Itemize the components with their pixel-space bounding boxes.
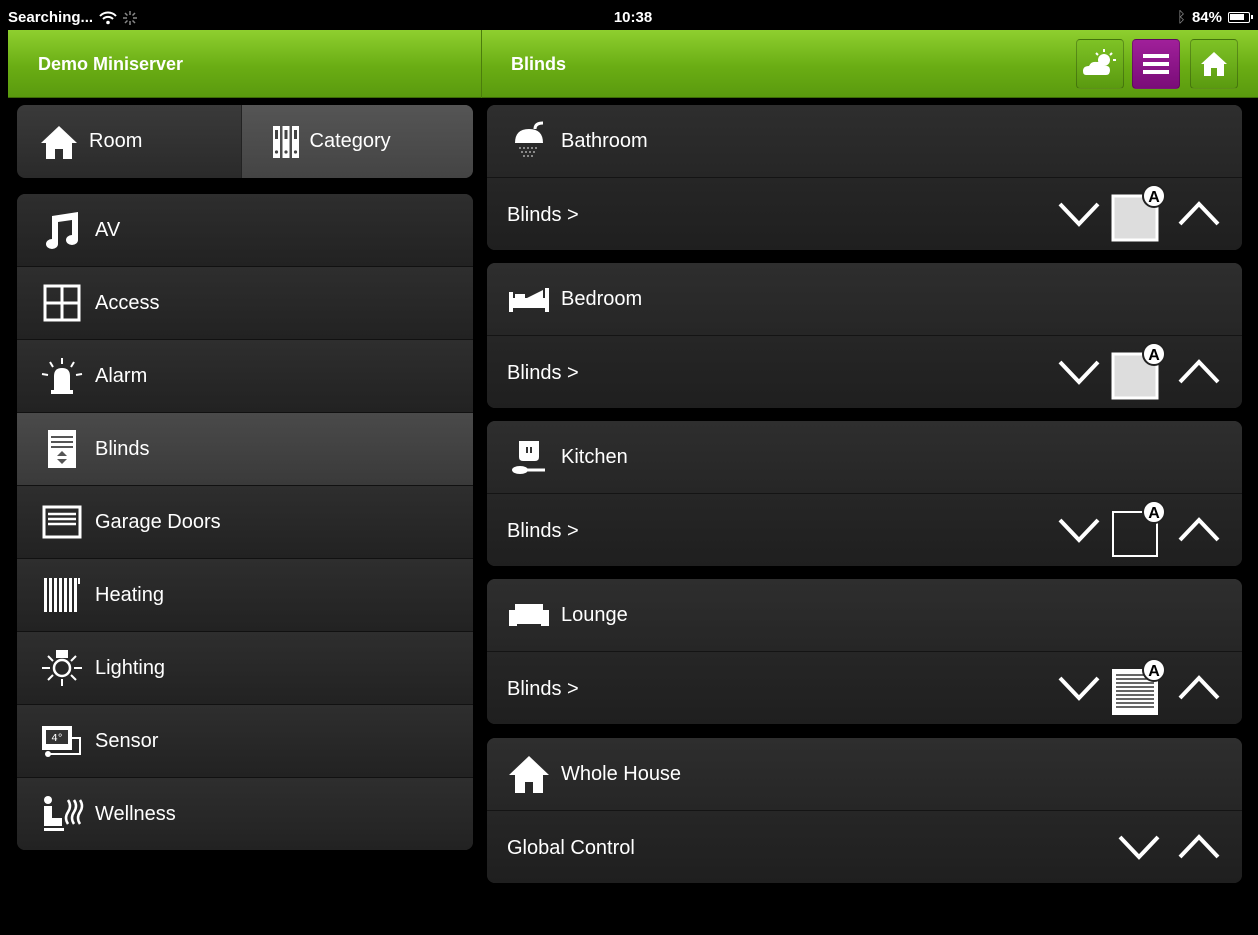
room-header: Lounge: [487, 579, 1242, 652]
lamp-icon: [42, 650, 82, 686]
battery-icon: [1228, 12, 1253, 23]
category-item-blinds[interactable]: Blinds: [17, 413, 473, 486]
weather-icon: [1083, 49, 1116, 75]
house-icon: [509, 756, 549, 793]
category-label: AV: [95, 218, 121, 241]
category-item-heating[interactable]: Heating: [17, 559, 473, 632]
category-label: Wellness: [95, 802, 176, 825]
chevron-down-icon[interactable]: [1054, 350, 1104, 394]
weather-button[interactable]: [1076, 39, 1124, 89]
control-label[interactable]: Blinds >: [507, 362, 579, 385]
global-control-row[interactable]: Global Control: [487, 811, 1242, 883]
room-card-kitchen: Kitchen Blinds > A: [487, 421, 1242, 566]
blind-open-auto-icon[interactable]: A: [1108, 500, 1168, 560]
category-label: Heating: [95, 583, 164, 606]
chevron-up-icon[interactable]: [1174, 666, 1224, 710]
blinds-control-row[interactable]: Blinds > A: [487, 494, 1242, 566]
binders-icon: [272, 125, 299, 158]
category-tab[interactable]: Category: [240, 105, 473, 178]
category-item-alarm[interactable]: Alarm: [17, 340, 473, 413]
room-header: Kitchen: [487, 421, 1242, 494]
header-divider: [481, 30, 482, 98]
menu-button[interactable]: [1132, 39, 1180, 89]
room-header: Whole House: [487, 738, 1242, 811]
room-card-whole-house: Whole House Global Control: [487, 738, 1242, 883]
room-tab[interactable]: Room: [17, 105, 241, 178]
siren-icon: [41, 358, 83, 394]
category-label: Sensor: [95, 729, 159, 752]
chevron-down-icon[interactable]: [1054, 192, 1104, 236]
room-name: Bathroom: [561, 129, 648, 152]
room-name: Bedroom: [561, 287, 643, 310]
view-mode-segment: Room Category: [17, 105, 473, 178]
room-tab-label: Room: [89, 130, 143, 152]
chevron-down-icon[interactable]: [1054, 508, 1104, 552]
blind-closed-auto-icon[interactable]: A: [1108, 184, 1168, 244]
category-label: Garage Doors: [95, 510, 221, 533]
category-label: Alarm: [95, 364, 148, 387]
blind-closed-auto-icon[interactable]: A: [1108, 342, 1168, 402]
category-item-garage-doors[interactable]: Garage Doors: [17, 486, 473, 559]
shower-icon: [515, 121, 544, 157]
blind-slatted-auto-icon[interactable]: A: [1108, 658, 1168, 718]
status-bar: Searching... 10:38 ᛒ 84%: [8, 6, 1258, 30]
music-note-icon: [46, 212, 78, 249]
room-card-lounge: Lounge Blinds > A: [487, 579, 1242, 724]
header-bar: Demo Miniserver Blinds: [8, 30, 1258, 98]
clock: 10:38: [613, 9, 653, 26]
category-item-access[interactable]: Access: [17, 267, 473, 340]
room-card-bedroom: Bedroom Blinds > A: [487, 263, 1242, 408]
page-title: Blinds: [511, 54, 567, 74]
category-label: Lighting: [95, 656, 166, 679]
auto-badge: A: [1148, 663, 1160, 680]
bluetooth-icon: ᛒ: [1176, 9, 1186, 26]
room-name: Whole House: [561, 762, 682, 785]
category-item-lighting[interactable]: Lighting: [17, 632, 473, 705]
blinds-control-row[interactable]: Blinds > A: [487, 652, 1242, 724]
chevron-up-icon[interactable]: [1174, 192, 1224, 236]
chevron-up-icon[interactable]: [1174, 350, 1224, 394]
home-button[interactable]: [1190, 39, 1238, 89]
auto-badge: A: [1148, 505, 1160, 522]
svg-text:4°: 4°: [51, 733, 62, 744]
home-icon: [1201, 52, 1227, 76]
blinds-control-row[interactable]: Blinds > A: [487, 336, 1242, 408]
category-item-sensor[interactable]: 4° Sensor: [17, 705, 473, 778]
chevron-up-icon[interactable]: [1174, 825, 1224, 869]
sofa-icon: [509, 604, 549, 626]
room-card-bathroom: Bathroom Blinds > A: [487, 105, 1242, 250]
category-item-wellness[interactable]: Wellness: [17, 778, 473, 850]
window-icon: [43, 284, 81, 322]
chef-hat-icon: [512, 441, 545, 474]
blinds-control-row[interactable]: Blinds > A: [487, 178, 1242, 250]
chevron-down-icon[interactable]: [1054, 666, 1104, 710]
control-label[interactable]: Blinds >: [507, 520, 579, 543]
bed-icon: [509, 288, 549, 312]
miniserver-title: Demo Miniserver: [38, 54, 184, 74]
wellness-icon: [44, 796, 84, 831]
room-header: Bathroom: [487, 105, 1242, 178]
auto-badge: A: [1148, 347, 1160, 364]
control-label[interactable]: Blinds >: [507, 678, 579, 701]
category-label: Blinds: [95, 437, 150, 460]
battery-percent: 84%: [1191, 9, 1222, 26]
thermometer-display-icon: 4°: [42, 726, 81, 757]
category-item-av[interactable]: AV: [17, 194, 473, 267]
house-icon: [41, 125, 77, 159]
garage-icon: [42, 505, 82, 539]
chevron-up-icon[interactable]: [1174, 508, 1224, 552]
room-name: Lounge: [561, 603, 628, 626]
radiator-icon: [44, 578, 80, 612]
control-label[interactable]: Blinds >: [507, 204, 579, 227]
auto-badge: A: [1148, 189, 1160, 206]
category-label: Access: [95, 291, 160, 314]
category-list: AV Access Alarm Blinds Garage Doors Heat…: [17, 194, 473, 850]
control-label[interactable]: Global Control: [507, 837, 635, 860]
chevron-down-icon[interactable]: [1114, 825, 1164, 869]
room-name: Kitchen: [561, 445, 628, 468]
hamburger-icon: [1143, 54, 1169, 74]
room-header: Bedroom: [487, 263, 1242, 336]
blinds-icon: [48, 430, 76, 468]
category-tab-label: Category: [309, 130, 391, 152]
